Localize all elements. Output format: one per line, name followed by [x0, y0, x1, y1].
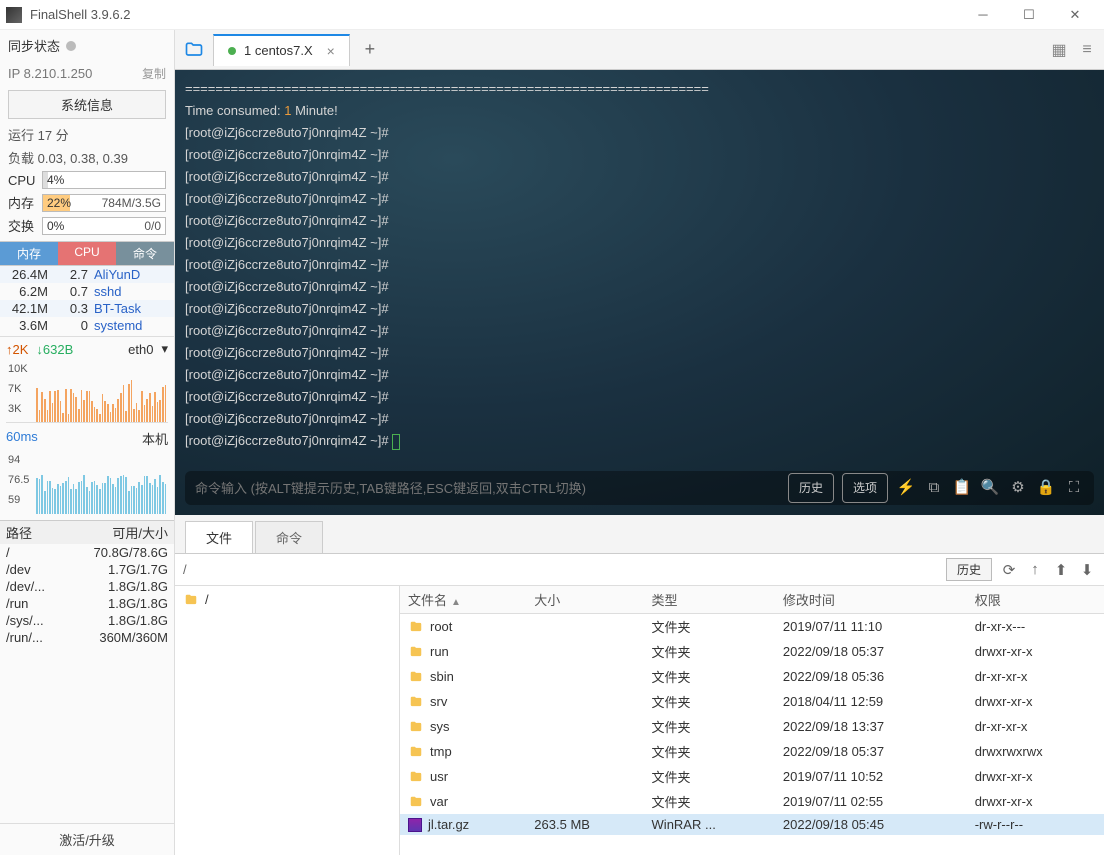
activate-button[interactable]: 激活/升级 [0, 823, 174, 855]
lock-icon[interactable]: 🔒 [1036, 477, 1056, 499]
file-row[interactable]: sys 文件夹2022/09/18 13:37dr-xr-xr-x [400, 714, 1104, 739]
file-row[interactable]: srv 文件夹2018/04/11 12:59drwxr-xr-x [400, 689, 1104, 714]
copy-ip-button[interactable]: 复制 [142, 65, 166, 82]
upload-icon[interactable]: ⬆ [1052, 561, 1070, 579]
fullscreen-icon[interactable]: ⛶ [1064, 477, 1084, 499]
process-row[interactable]: 3.6M0systemd [0, 317, 174, 334]
close-button[interactable]: ✕ [1052, 1, 1098, 29]
uptime-text: 运行 17 分 [0, 123, 174, 146]
disk-row[interactable]: /run1.8G/1.8G [0, 595, 174, 612]
mem-metric: 内存 22%784M/3.5G [0, 191, 174, 214]
history-button[interactable]: 历史 [788, 473, 834, 503]
col-mtime[interactable]: 修改时间 [775, 586, 967, 614]
sync-status: 同步状态 [0, 30, 174, 61]
add-tab-button[interactable]: + [356, 36, 384, 64]
process-row[interactable]: 6.2M0.7sshd [0, 283, 174, 300]
maximize-button[interactable]: ☐ [1006, 1, 1052, 29]
latency-sparkline: 94 76.5 59 [6, 454, 168, 514]
up-icon[interactable]: ↑ [1026, 561, 1044, 578]
path-history-button[interactable]: 历史 [946, 558, 992, 581]
disk-row[interactable]: /run/...360M/360M [0, 629, 174, 646]
process-table-header: 内存 CPU 命令 [0, 241, 174, 266]
disk-row[interactable]: /sys/...1.8G/1.8G [0, 612, 174, 629]
disk-row[interactable]: /dev1.7G/1.7G [0, 561, 174, 578]
sync-dot-icon [66, 41, 76, 51]
command-bar: 历史 选项 ⚡ ⧉ 📋 🔍 ⚙ 🔒 ⛶ [185, 471, 1094, 505]
file-row[interactable]: usr 文件夹2019/07/11 10:52drwxr-xr-x [400, 764, 1104, 789]
col-size[interactable]: 大小 [526, 586, 643, 614]
open-folder-icon[interactable] [181, 39, 207, 61]
download-icon[interactable]: ⬇ [1078, 561, 1096, 579]
sidebar: 同步状态 IP 8.210.1.250 复制 系统信息 运行 17 分 负载 0… [0, 30, 175, 855]
tab-files[interactable]: 文件 [185, 521, 253, 553]
col-perm[interactable]: 权限 [967, 586, 1104, 614]
file-row[interactable]: jl.tar.gz 263.5 MBWinRAR ...2022/09/18 0… [400, 814, 1104, 835]
tab-status-icon [228, 47, 236, 55]
minimize-button[interactable]: ─ [960, 1, 1006, 29]
latency-value: 60ms [6, 429, 38, 448]
col-name[interactable]: 文件名▲ [400, 586, 526, 614]
load-text: 负载 0.03, 0.38, 0.39 [0, 146, 174, 169]
window-title: FinalShell 3.9.6.2 [30, 7, 960, 22]
file-row[interactable]: run 文件夹2022/09/18 05:37drwxr-xr-x [400, 639, 1104, 664]
title-bar: FinalShell 3.9.6.2 ─ ☐ ✕ [0, 0, 1104, 30]
disk-row[interactable]: /dev/...1.8G/1.8G [0, 578, 174, 595]
process-row[interactable]: 26.4M2.7AliYunD [0, 266, 174, 283]
swap-metric: 交换 0%0/0 [0, 214, 174, 237]
net-down: ↓632B [36, 342, 73, 357]
cpu-metric: CPU 4% [0, 169, 174, 191]
refresh-icon[interactable]: ⟳ [1000, 561, 1018, 579]
file-row[interactable]: tmp 文件夹2022/09/18 05:37drwxrwxrwx [400, 739, 1104, 764]
file-row[interactable]: var 文件夹2019/07/11 02:55drwxr-xr-x [400, 789, 1104, 814]
col-type[interactable]: 类型 [644, 586, 775, 614]
copy-icon[interactable]: ⧉ [924, 477, 944, 499]
ip-address: IP 8.210.1.250 [8, 66, 142, 81]
paste-icon[interactable]: 📋 [952, 477, 972, 499]
process-list: 26.4M2.7AliYunD6.2M0.7sshd42.1M0.3BT-Tas… [0, 266, 174, 334]
latency-row: 60ms 本机 [0, 425, 174, 452]
tree-root[interactable]: / [181, 590, 393, 609]
tab-bar: 1 centos7.X × + ▦ ≡ [175, 30, 1104, 70]
tab-commands[interactable]: 命令 [255, 521, 323, 553]
bolt-icon[interactable]: ⚡ [896, 477, 916, 499]
path-bar: / 历史 ⟳ ↑ ⬆ ⬇ [175, 554, 1104, 586]
process-row[interactable]: 42.1M0.3BT-Task [0, 300, 174, 317]
tab-label: 1 centos7.X [244, 43, 313, 58]
latency-host: 本机 [142, 429, 168, 448]
current-path: / [183, 562, 938, 577]
gear-icon[interactable]: ⚙ [1008, 477, 1028, 499]
disk-row[interactable]: /70.8G/78.6G [0, 544, 174, 561]
search-icon[interactable]: 🔍 [980, 477, 1000, 499]
system-info-button[interactable]: 系统信息 [8, 90, 166, 119]
network-stats: ↑2K ↓632B eth0 ▾ [0, 336, 174, 361]
disk-table: 路径 可用/大小 /70.8G/78.6G/dev1.7G/1.7G/dev/.… [0, 520, 174, 646]
options-button[interactable]: 选项 [842, 473, 888, 503]
grid-view-icon[interactable]: ▦ [1048, 39, 1070, 61]
file-table: 文件名▲ 大小 类型 修改时间 权限 root 文件夹2019/07/11 11… [400, 586, 1104, 855]
file-row[interactable]: sbin 文件夹2022/09/18 05:36dr-xr-xr-x [400, 664, 1104, 689]
command-input[interactable] [195, 481, 780, 496]
list-view-icon[interactable]: ≡ [1076, 39, 1098, 61]
file-row[interactable]: root 文件夹2019/07/11 11:10dr-xr-x--- [400, 614, 1104, 640]
file-tabs: 文件 命令 [175, 515, 1104, 554]
network-sparkline: 10K 7K 3K [6, 363, 168, 423]
sync-label: 同步状态 [8, 36, 60, 55]
archive-icon [408, 818, 422, 832]
net-up: ↑2K [6, 342, 28, 357]
app-logo-icon [6, 7, 22, 23]
net-iface: eth0 [128, 342, 153, 357]
directory-tree[interactable]: / [175, 586, 400, 855]
tab-close-icon[interactable]: × [327, 43, 335, 59]
tab-centos[interactable]: 1 centos7.X × [213, 34, 350, 66]
chevron-down-icon[interactable]: ▾ [161, 341, 168, 357]
terminal[interactable]: ========================================… [175, 70, 1104, 515]
